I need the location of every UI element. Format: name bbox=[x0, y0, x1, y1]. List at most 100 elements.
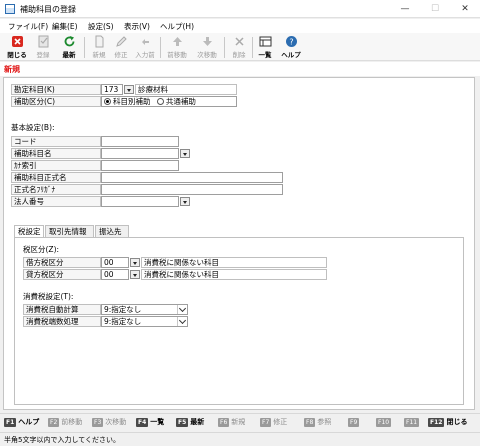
prev-button[interactable]: 前移動 bbox=[166, 35, 188, 60]
kana-label: ｶﾅ索引 bbox=[11, 160, 101, 171]
radio-kamoku-betsu-label: 科目別補助 bbox=[113, 97, 151, 106]
kubun-radio-group: 科目別補助 共通補助 bbox=[101, 96, 237, 107]
kanjo-label: 勘定科目(K) bbox=[11, 84, 101, 95]
corp-number-dropdown-button[interactable] bbox=[180, 197, 190, 206]
register-button[interactable]: 登録 bbox=[32, 35, 54, 60]
fkey-f9[interactable]: F9 bbox=[348, 417, 361, 427]
fkey-f3-next[interactable]: F3 次移動 bbox=[92, 417, 126, 427]
formal-kana-label: 正式名ﾌﾘｶﾞﾅ bbox=[11, 184, 101, 195]
delete-button[interactable]: 削除 bbox=[228, 35, 250, 60]
delete-icon bbox=[234, 37, 244, 46]
credit-tax-code-field[interactable]: 00 bbox=[101, 269, 129, 280]
fkey-f10[interactable]: F10 bbox=[376, 417, 393, 427]
credit-tax-desc: 消費税に関係ない科目 bbox=[141, 269, 327, 280]
list-button[interactable]: 一覧 bbox=[254, 35, 276, 60]
new-document-icon bbox=[95, 35, 103, 48]
help-button[interactable]: ? ヘルプ bbox=[280, 35, 302, 60]
code-field[interactable] bbox=[101, 136, 179, 147]
basic-settings-heading: 基本設定(B): bbox=[11, 123, 55, 132]
new-button[interactable]: 新規 bbox=[88, 35, 110, 60]
tax-kubun-heading: 税区分(Z): bbox=[23, 245, 60, 254]
arrow-down-icon bbox=[202, 37, 212, 46]
radio-kyotsu[interactable] bbox=[156, 98, 164, 105]
close-button[interactable]: 閉じる bbox=[6, 35, 28, 60]
svg-text:?: ? bbox=[289, 38, 293, 47]
title-bar: 補助科目の登録 — ☐ ✕ bbox=[0, 0, 480, 18]
next-button[interactable]: 次移動 bbox=[196, 35, 218, 60]
toolbar-separator bbox=[160, 37, 161, 58]
debit-tax-desc: 消費税に関係ない科目 bbox=[141, 257, 327, 268]
kanjo-code-field[interactable]: 173 bbox=[101, 84, 123, 95]
rounding-select[interactable]: 9:指定なし bbox=[101, 316, 188, 327]
toolbar-separator bbox=[84, 37, 85, 58]
auto-calc-chevron-down-icon[interactable] bbox=[177, 305, 187, 314]
maximize-button[interactable]: ☐ bbox=[420, 2, 450, 16]
code-label: コード bbox=[11, 136, 101, 147]
close-window-button[interactable]: ✕ bbox=[450, 2, 480, 16]
formal-name-label: 補助科目正式名 bbox=[11, 172, 101, 183]
mode-bar: 新規 bbox=[0, 62, 480, 76]
toolbar-separator bbox=[252, 37, 253, 58]
fkey-f8-ref[interactable]: F8 参照 bbox=[304, 417, 331, 427]
auto-calc-select[interactable]: 9:指定なし bbox=[101, 304, 188, 315]
corp-number-label: 法人番号 bbox=[11, 196, 101, 207]
menu-file[interactable]: ファイル(F) bbox=[8, 21, 48, 32]
mode-label: 新規 bbox=[4, 65, 20, 74]
function-key-bar: F1 ヘルプ F2 前移動 F3 次移動 F4 一覧 F5 最新 F6 新規 F7 修正 F8… bbox=[0, 413, 480, 431]
rounding-chevron-down-icon[interactable] bbox=[177, 317, 187, 326]
window-title: 補助科目の登録 bbox=[20, 5, 76, 14]
fkey-f11[interactable]: F11 bbox=[404, 417, 421, 427]
help-icon: ? bbox=[285, 36, 297, 47]
credit-tax-dropdown-button[interactable] bbox=[130, 270, 140, 279]
formal-kana-field[interactable] bbox=[101, 184, 283, 195]
menu-bar: ファイル(F) 編集(E) 設定(S) 表示(V) ヘルプ(H) bbox=[0, 19, 480, 33]
kanjo-dropdown-button[interactable] bbox=[124, 85, 134, 94]
menu-help[interactable]: ヘルプ(H) bbox=[160, 21, 194, 32]
rounding-label: 消費税端数処理 bbox=[23, 316, 101, 327]
fkey-f5-refresh[interactable]: F5 最新 bbox=[176, 417, 204, 427]
menu-settings[interactable]: 設定(S) bbox=[88, 21, 114, 32]
refresh-button[interactable]: 最新 bbox=[58, 35, 80, 60]
app-icon bbox=[5, 4, 15, 14]
refresh-icon bbox=[64, 36, 74, 47]
radio-kamoku-betsu[interactable] bbox=[104, 98, 111, 105]
kubun-label: 補助区分(C) bbox=[11, 96, 101, 107]
corp-number-field[interactable] bbox=[101, 196, 179, 207]
input-prev-button[interactable]: 入力前 bbox=[134, 35, 156, 60]
fkey-f6-new[interactable]: F6 新規 bbox=[218, 417, 245, 427]
tax-tab-panel: 税区分(Z): 借方税区分 00 消費税に関係ない科目 貸方税区分 00 消費税… bbox=[14, 237, 464, 405]
debit-tax-code-field[interactable]: 00 bbox=[101, 257, 129, 268]
kana-field[interactable] bbox=[101, 160, 179, 171]
list-icon bbox=[259, 36, 271, 47]
auto-calc-label: 消費税自動計算 bbox=[23, 304, 101, 315]
edit-icon bbox=[115, 36, 127, 47]
fkey-f7-edit[interactable]: F7 修正 bbox=[260, 417, 287, 427]
name-field[interactable] bbox=[101, 148, 179, 159]
consumption-tax-heading: 消費税設定(T): bbox=[23, 292, 74, 301]
status-message: 半角5文字以内で入力してください。 bbox=[4, 436, 121, 444]
register-icon bbox=[38, 35, 48, 48]
debit-tax-label: 借方税区分 bbox=[23, 257, 101, 268]
kanjo-name: 診療材料 bbox=[135, 84, 237, 95]
toolbar-separator bbox=[224, 37, 225, 58]
toolbar: 閉じる 登録 最新 新規 修正 入力前 前移動 次移動 削除 一覧 ? ヘルプ bbox=[0, 33, 480, 61]
input-prev-icon bbox=[141, 39, 149, 45]
close-icon bbox=[11, 36, 23, 47]
fkey-f2-prev[interactable]: F2 前移動 bbox=[48, 417, 82, 427]
fkey-f1-help[interactable]: F1 ヘルプ bbox=[4, 417, 39, 427]
menu-view[interactable]: 表示(V) bbox=[124, 21, 150, 32]
name-label: 補助科目名 bbox=[11, 148, 101, 159]
credit-tax-label: 貸方税区分 bbox=[23, 269, 101, 280]
debit-tax-dropdown-button[interactable] bbox=[130, 258, 140, 267]
edit-button[interactable]: 修正 bbox=[110, 35, 132, 60]
radio-kyotsu-label: 共通補助 bbox=[165, 97, 196, 106]
minimize-button[interactable]: — bbox=[390, 2, 420, 16]
arrow-up-icon bbox=[172, 37, 182, 46]
fkey-f4-list[interactable]: F4 一覧 bbox=[136, 417, 164, 427]
fkey-f12-close[interactable]: F12 閉じる bbox=[428, 417, 467, 427]
status-bar: 半角5文字以内で入力してください。 bbox=[0, 432, 480, 446]
name-dropdown-button[interactable] bbox=[180, 149, 190, 158]
menu-edit[interactable]: 編集(E) bbox=[52, 21, 78, 32]
formal-name-field[interactable] bbox=[101, 172, 283, 183]
form-panel: 勘定科目(K) 173 診療材料 補助区分(C) 科目別補助 共通補助 基本設定… bbox=[3, 77, 475, 410]
